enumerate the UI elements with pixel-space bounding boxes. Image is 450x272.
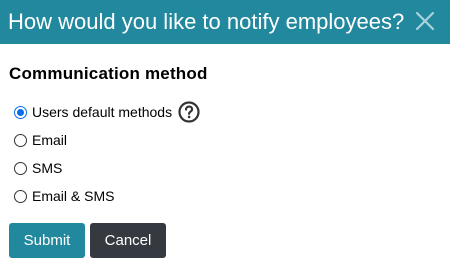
section-title: Communication method <box>9 64 208 83</box>
radio-users-default-methods[interactable] <box>14 105 27 119</box>
option-label: Users default methods <box>32 104 173 120</box>
radio-email-and-sms[interactable] <box>14 189 27 203</box>
option-email-and-sms[interactable]: Email & SMS <box>14 182 200 210</box>
close-button[interactable] <box>412 8 438 34</box>
submit-button[interactable]: Submit <box>9 223 85 258</box>
dialog-header: How would you like to notify employees? <box>0 0 450 44</box>
dialog-buttons: Submit Cancel <box>9 223 166 258</box>
communication-method-options: Users default methods Email SMS Email & … <box>14 98 200 210</box>
option-label: Email & SMS <box>32 188 115 204</box>
cancel-button[interactable]: Cancel <box>90 223 166 258</box>
option-users-default-methods[interactable]: Users default methods <box>14 98 200 126</box>
option-label: SMS <box>32 160 63 176</box>
notify-dialog: How would you like to notify employees? … <box>0 0 450 272</box>
option-email[interactable]: Email <box>14 126 200 154</box>
radio-email[interactable] <box>14 133 27 147</box>
option-label: Email <box>32 132 68 148</box>
question-circle-icon[interactable] <box>178 101 200 123</box>
radio-sms[interactable] <box>14 161 27 175</box>
dialog-title: How would you like to notify employees? <box>8 9 405 34</box>
close-icon <box>415 11 435 31</box>
option-sms[interactable]: SMS <box>14 154 200 182</box>
